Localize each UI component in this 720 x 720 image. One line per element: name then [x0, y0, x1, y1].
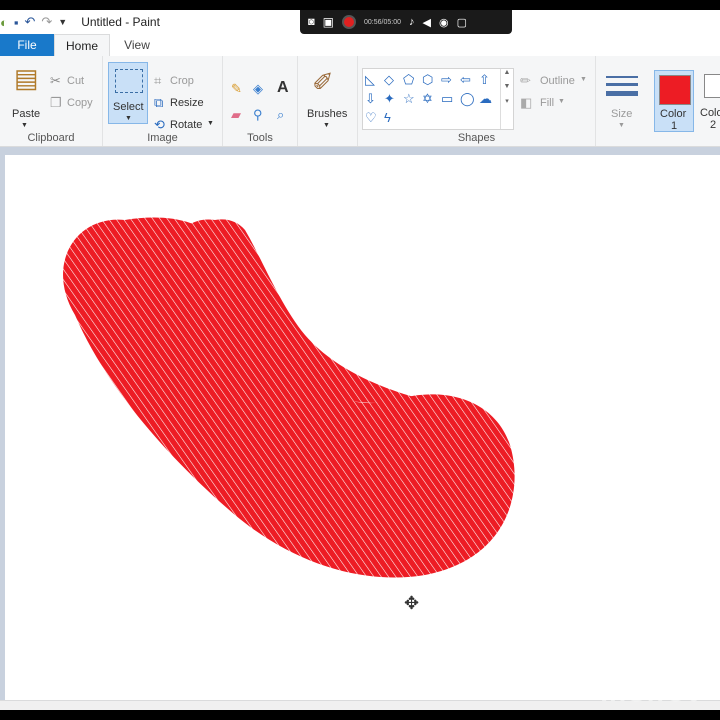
shapes-group-label: Shapes: [457, 132, 496, 144]
cut-button[interactable]: Cut: [67, 75, 84, 87]
paste-icon[interactable]: ▤: [14, 64, 39, 92]
record-icon[interactable]: [342, 15, 356, 29]
outline-button[interactable]: Outline: [540, 75, 575, 87]
right-arrow-shape-icon[interactable]: ⇨: [441, 73, 452, 87]
down-arrow-shape-icon[interactable]: ⇩: [365, 92, 376, 106]
diamond-shape-icon[interactable]: ◇: [384, 73, 394, 87]
workspace: ✥: [0, 147, 720, 707]
clipboard-group: ▤ Paste ▼ ✂ Cut ❐ Copy Clipboard: [0, 56, 103, 146]
tools-group-label: Tools: [247, 132, 273, 144]
speaker-icon[interactable]: ◀: [422, 16, 430, 29]
tab-file[interactable]: File: [0, 34, 54, 56]
image-group-label: Image: [147, 132, 178, 144]
rotate-button[interactable]: Rotate: [170, 119, 202, 131]
quick-access-toolbar: ◐ ▪ ↶ ↷ ▼: [0, 14, 67, 30]
color-picker-icon[interactable]: ⚲: [253, 108, 263, 122]
rotate-icon: ⟲: [154, 117, 165, 132]
webcam-icon[interactable]: ◉: [439, 16, 449, 29]
rotate-dropdown-icon[interactable]: ▼: [207, 120, 214, 127]
cut-icon: ✂: [50, 73, 61, 88]
hexagon-shape-icon[interactable]: ⬡: [422, 73, 433, 87]
brushes-group: ✐ Brushes ▼: [298, 56, 358, 146]
size-line-medium: [606, 83, 638, 86]
crop-icon: ⌗: [154, 73, 162, 88]
up-arrow-shape-icon[interactable]: ⇧: [479, 73, 490, 87]
ribbon: ▤ Paste ▼ ✂ Cut ❐ Copy Clipboard Image S…: [0, 56, 720, 147]
microphone-icon[interactable]: ♪: [409, 16, 415, 28]
clipboard-group-label: Clipboard: [27, 132, 75, 144]
heart-shape-icon[interactable]: ♡: [365, 111, 377, 125]
tab-home[interactable]: Home: [54, 34, 110, 56]
recorder-screenshot-icon[interactable]: ▣: [323, 15, 334, 29]
fill-bucket-icon[interactable]: ◈: [253, 82, 263, 96]
ribbon-tabs: File Home View: [0, 34, 720, 56]
outline-icon: ✏: [520, 73, 531, 88]
color1-label: Color: [660, 108, 687, 120]
select-icon: [115, 69, 143, 93]
color1-button[interactable]: Color 1: [654, 70, 694, 132]
left-arrow-shape-icon[interactable]: ⇦: [460, 73, 471, 87]
recorder-window-icon[interactable]: ▢: [457, 16, 467, 29]
color2-number: 2: [710, 119, 717, 131]
paste-dropdown-icon[interactable]: ▼: [21, 122, 28, 129]
oval-callout-shape-icon[interactable]: ◯: [460, 92, 475, 106]
tab-view[interactable]: View: [112, 34, 162, 56]
color1-swatch: [659, 75, 691, 105]
shapes-gallery: ◺ ◇ ⬠ ⬡ ⇨ ⇦ ⇧ ⇩ ✦ ☆ ✡ ▭ ◯ ☁ ♡ ϟ ▲ ▼ ▾: [362, 68, 514, 130]
resize-icon: ⧉: [154, 95, 164, 110]
five-point-star-shape-icon[interactable]: ☆: [403, 92, 415, 106]
select-dropdown-icon[interactable]: ▼: [125, 115, 132, 122]
size-line-thin: [606, 76, 638, 78]
fill-button[interactable]: Fill: [540, 97, 554, 109]
pencil-icon[interactable]: ✎: [231, 82, 242, 96]
inshot-watermark: InShOt: [600, 676, 698, 707]
brushes-dropdown-icon[interactable]: ▼: [323, 122, 330, 129]
lightning-shape-icon[interactable]: ϟ: [384, 111, 391, 125]
drawing-canvas[interactable]: [5, 155, 720, 703]
text-icon[interactable]: A: [277, 80, 289, 96]
magnifier-icon[interactable]: ⌕: [277, 108, 284, 122]
recorder-cam-icon[interactable]: ◙: [308, 16, 315, 28]
recorder-timer: 00:56/05:00: [364, 18, 401, 26]
redo-icon[interactable]: ↷: [41, 14, 52, 30]
shapes-scroll-control[interactable]: ▲ ▼ ▾: [500, 69, 513, 129]
customize-quick-access-icon[interactable]: ▼: [58, 17, 67, 27]
red-brush-strokes: [63, 217, 515, 578]
crop-button[interactable]: Crop: [170, 75, 194, 87]
copy-button[interactable]: Copy: [67, 97, 93, 109]
cloud-callout-shape-icon[interactable]: ☁: [479, 92, 492, 106]
fill-icon: ◧: [520, 95, 533, 110]
save-icon[interactable]: ▪: [14, 15, 19, 30]
rounded-callout-shape-icon[interactable]: ▭: [441, 92, 453, 106]
pentagon-shape-icon[interactable]: ⬠: [403, 73, 414, 87]
color1-number: 1: [671, 120, 678, 132]
tools-group: ✎ ◈ A ▰ ⚲ ⌕ Tools: [223, 56, 298, 146]
size-group: Size ▼: [596, 56, 648, 146]
fill-dropdown-icon[interactable]: ▼: [558, 98, 565, 105]
resize-button[interactable]: Resize: [170, 97, 204, 109]
paint-window: ◐ ▪ ↶ ↷ ▼ Untitled - Paint ◙ ▣ 00:56/05:…: [0, 10, 720, 710]
right-triangle-shape-icon[interactable]: ◺: [365, 73, 375, 87]
size-line-thick: [606, 91, 638, 96]
undo-icon[interactable]: ↶: [24, 14, 35, 30]
screen-recorder-bar: ◙ ▣ 00:56/05:00 ♪ ◀ ◉ ▢: [300, 10, 512, 34]
brushes-icon[interactable]: ✐: [312, 68, 334, 96]
paste-button[interactable]: Paste: [12, 108, 40, 120]
four-point-star-shape-icon[interactable]: ✦: [384, 92, 395, 106]
paint-app-icon: ◐: [0, 14, 8, 30]
size-button[interactable]: Size: [611, 108, 632, 120]
select-button[interactable]: Select ▼: [108, 62, 148, 124]
color2-label: Colo: [700, 107, 720, 119]
brushes-button[interactable]: Brushes: [307, 108, 347, 120]
window-title: Untitled - Paint: [81, 15, 160, 29]
outline-dropdown-icon[interactable]: ▼: [580, 76, 587, 83]
eraser-icon[interactable]: ▰: [231, 108, 241, 122]
select-label: Select: [113, 101, 144, 113]
six-point-star-shape-icon[interactable]: ✡: [422, 92, 433, 106]
move-cursor-icon: ✥: [404, 593, 420, 613]
drawing-artwork: [63, 217, 515, 578]
color2-swatch: [704, 74, 720, 98]
size-dropdown-icon[interactable]: ▼: [618, 122, 625, 129]
copy-icon: ❐: [50, 95, 62, 110]
